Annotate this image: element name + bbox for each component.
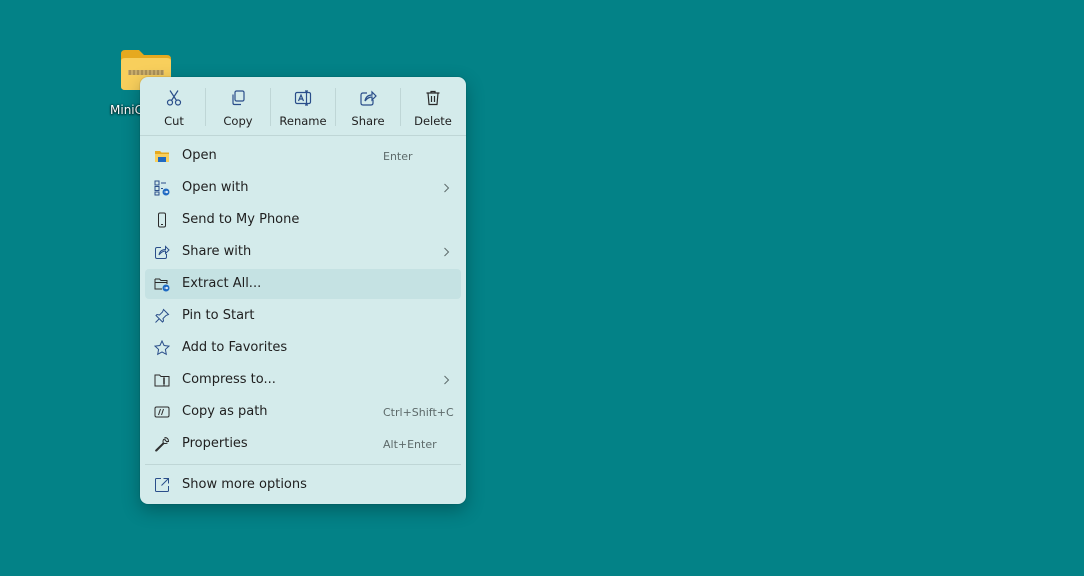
menu-item-shortcut: Ctrl+Shift+C xyxy=(383,406,454,419)
menu-item-extract-all[interactable]: Extract All... xyxy=(145,269,461,299)
menu-item-label: Open with xyxy=(182,180,249,195)
menu-item-label: Copy as path xyxy=(182,404,268,419)
pin-icon xyxy=(155,308,170,323)
menu-item-add-to-favorites[interactable]: Add to Favorites xyxy=(145,333,461,363)
wrench-icon xyxy=(155,437,170,452)
share-icon xyxy=(360,90,377,106)
chevron-right-icon xyxy=(444,375,450,385)
rename-label: Rename xyxy=(279,114,327,128)
star-icon xyxy=(154,340,170,356)
chevron-right-icon xyxy=(444,183,450,193)
folder-open-icon xyxy=(155,151,169,162)
menu-item-compress-to[interactable]: Compress to... xyxy=(145,365,461,395)
toolbar-separator xyxy=(335,88,336,126)
copy-label: Copy xyxy=(223,114,253,128)
menu-item-share-with[interactable]: Share with xyxy=(145,237,461,267)
menu-item-pin-to-start[interactable]: Pin to Start xyxy=(145,301,461,331)
menu-item-label: Add to Favorites xyxy=(182,340,288,355)
copy-icon xyxy=(232,90,245,106)
menu-item-open[interactable]: Open Enter xyxy=(145,141,461,171)
cut-button[interactable]: Cut xyxy=(143,83,205,131)
menu-item-label: Open xyxy=(182,148,217,163)
scissors-icon xyxy=(166,90,182,106)
menu-item-send-to-my-phone[interactable]: Send to My Phone xyxy=(145,205,461,235)
menu-item-label: Pin to Start xyxy=(182,308,255,323)
share-label: Share xyxy=(351,114,385,128)
menu-divider xyxy=(145,464,461,465)
compress-icon xyxy=(154,374,170,387)
open-with-icon xyxy=(154,180,170,196)
extract-icon xyxy=(154,278,170,292)
context-menu-toolbar: Cut Copy Rename Share Delete xyxy=(140,77,466,136)
context-menu: Cut Copy Rename Share Delete Open Enter … xyxy=(140,77,466,504)
menu-item-copy-as-path[interactable]: Copy as path Ctrl+Shift+C xyxy=(145,397,461,427)
menu-item-open-with[interactable]: Open with xyxy=(145,173,461,203)
copy-button[interactable]: Copy xyxy=(207,83,269,131)
toolbar-separator xyxy=(400,88,401,126)
menu-item-label: Share with xyxy=(182,244,252,259)
menu-item-shortcut: Alt+Enter xyxy=(383,438,437,451)
menu-item-label: Show more options xyxy=(182,477,307,492)
trash-icon xyxy=(426,90,440,106)
menu-item-label: Extract All... xyxy=(182,276,262,291)
menu-item-show-more-options[interactable]: Show more options xyxy=(145,470,461,500)
menu-item-label: Compress to... xyxy=(182,372,276,387)
desktop-icon-label: MiniC xyxy=(110,103,144,117)
chevron-right-icon xyxy=(444,247,450,257)
delete-label: Delete xyxy=(414,114,452,128)
copy-path-icon xyxy=(154,406,170,418)
cut-label: Cut xyxy=(164,114,184,128)
external-link-icon xyxy=(155,478,169,492)
rename-button[interactable]: Rename xyxy=(272,83,334,131)
menu-item-shortcut: Enter xyxy=(383,150,413,163)
menu-item-properties[interactable]: Properties Alt+Enter xyxy=(145,429,461,459)
share-icon xyxy=(155,245,170,259)
share-button[interactable]: Share xyxy=(337,83,399,131)
menu-item-label: Properties xyxy=(182,436,248,451)
delete-button[interactable]: Delete xyxy=(402,83,464,131)
menu-item-label: Send to My Phone xyxy=(182,212,300,227)
toolbar-separator xyxy=(270,88,271,126)
toolbar-separator xyxy=(205,88,206,126)
phone-icon xyxy=(158,212,166,228)
rename-icon xyxy=(294,90,312,106)
